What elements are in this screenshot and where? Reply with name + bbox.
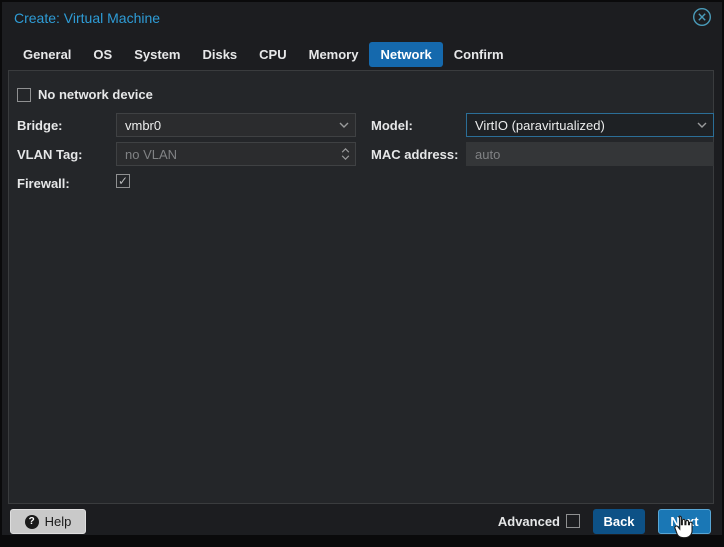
dialog-title: Create: Virtual Machine xyxy=(14,10,160,26)
advanced-label: Advanced xyxy=(498,514,560,529)
tab-confirm[interactable]: Confirm xyxy=(443,42,515,67)
network-form-panel: No network device Bridge: Model: VLAN Ta… xyxy=(8,70,714,504)
help-button[interactable]: ? Help xyxy=(10,509,86,534)
question-mark-icon: ? xyxy=(25,515,39,529)
vlan-tag-label: VLAN Tag: xyxy=(17,147,82,162)
chevron-down-icon[interactable] xyxy=(691,114,713,136)
tab-disks[interactable]: Disks xyxy=(191,42,248,67)
tab-cpu[interactable]: CPU xyxy=(248,42,297,67)
tab-memory[interactable]: Memory xyxy=(298,42,370,67)
bridge-combobox[interactable] xyxy=(116,113,356,137)
firewall-checkbox[interactable]: ✓ xyxy=(116,174,130,188)
bridge-value-input[interactable] xyxy=(117,114,333,136)
firewall-label: Firewall: xyxy=(17,176,70,191)
tab-os[interactable]: OS xyxy=(82,42,123,67)
next-button-label: Next xyxy=(670,514,698,529)
vlan-tag-spinner-field[interactable] xyxy=(116,142,356,166)
mac-address-input[interactable] xyxy=(467,143,713,165)
advanced-checkbox[interactable] xyxy=(566,514,580,528)
tab-network[interactable]: Network xyxy=(369,42,442,67)
tab-general[interactable]: General xyxy=(12,42,82,67)
bridge-label: Bridge: xyxy=(17,118,63,133)
mac-address-field[interactable] xyxy=(466,142,714,166)
no-network-device-label: No network device xyxy=(38,87,153,102)
tab-bar: General OS System Disks CPU Memory Netwo… xyxy=(12,41,515,67)
vlan-tag-input[interactable] xyxy=(117,143,335,165)
model-label: Model: xyxy=(371,118,413,133)
chevron-down-icon[interactable] xyxy=(333,114,355,136)
mac-address-label: MAC address: xyxy=(371,147,458,162)
help-button-label: Help xyxy=(45,514,72,529)
tab-system[interactable]: System xyxy=(123,42,191,67)
circle-x-close-icon xyxy=(692,7,712,32)
spinner-up-down-icons[interactable] xyxy=(335,143,355,165)
model-combobox[interactable] xyxy=(466,113,714,137)
back-button-label: Back xyxy=(603,514,634,529)
create-vm-dialog: Create: Virtual Machine General OS Syste… xyxy=(2,2,722,535)
close-button[interactable] xyxy=(691,8,713,30)
no-network-device-checkbox[interactable] xyxy=(17,88,31,102)
back-button[interactable]: Back xyxy=(593,509,645,534)
model-value-input[interactable] xyxy=(467,114,691,136)
modal-backdrop: Create: Virtual Machine General OS Syste… xyxy=(0,0,724,541)
next-button[interactable]: Next xyxy=(658,509,711,534)
